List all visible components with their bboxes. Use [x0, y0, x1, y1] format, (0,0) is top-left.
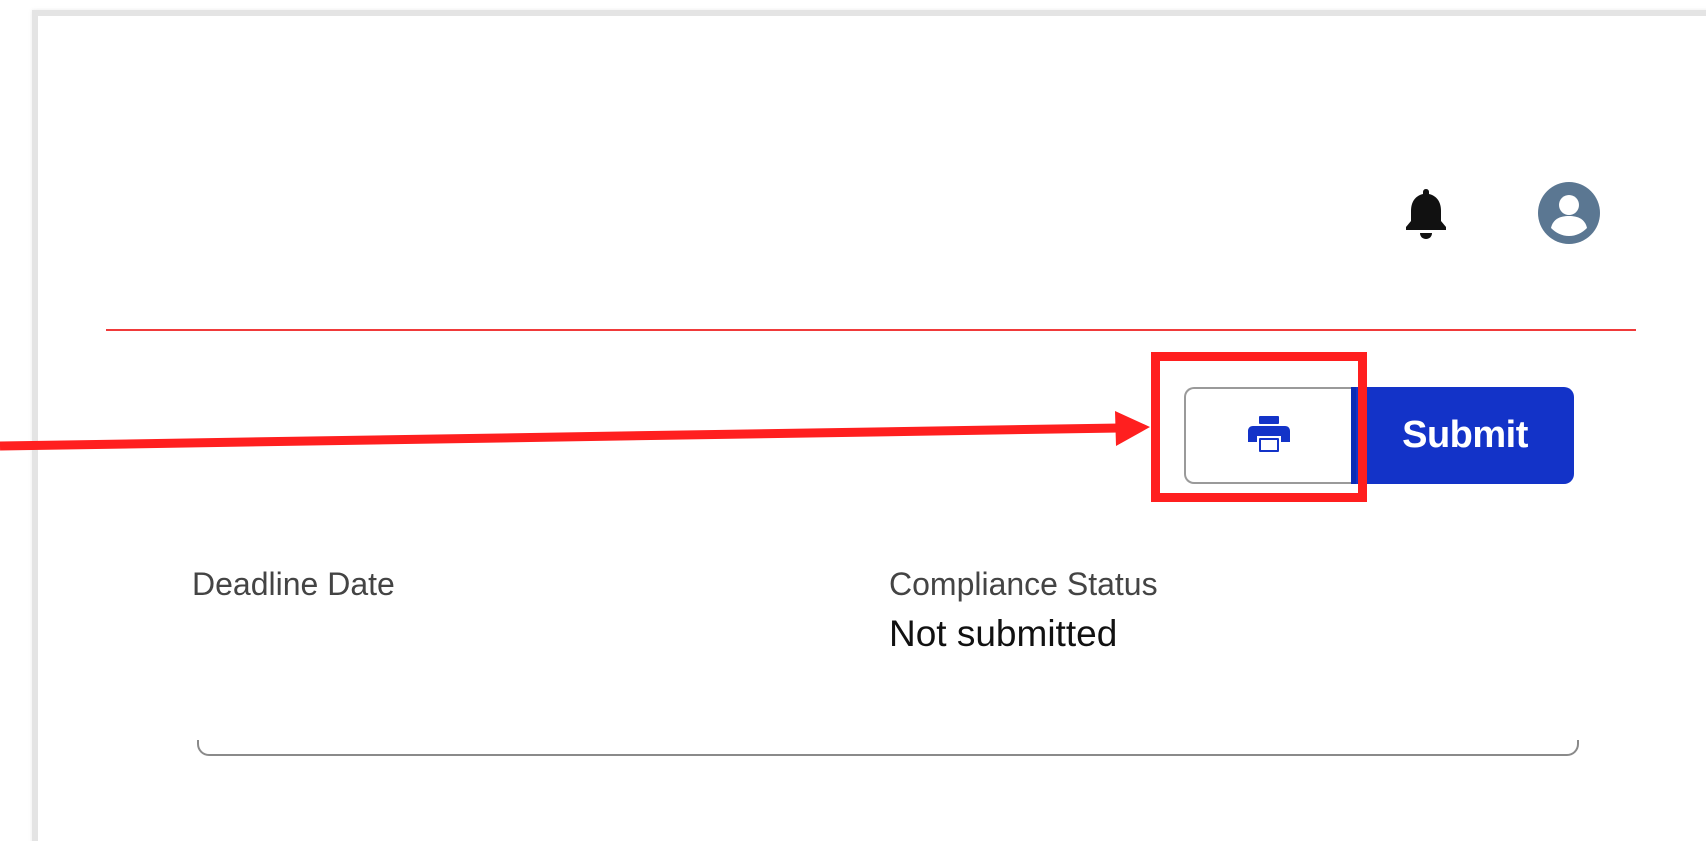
compliance-status-label: Compliance Status	[889, 566, 1158, 602]
user-avatar-icon[interactable]	[1537, 181, 1601, 245]
card-bottom-border	[197, 740, 1579, 756]
bell-icon[interactable]	[1398, 185, 1454, 241]
screenshot-stage: Submit Deadline Date Compliance Status N…	[0, 0, 1706, 841]
compliance-status-value: Not submitted	[889, 613, 1118, 654]
deadline-date-label: Deadline Date	[192, 566, 395, 602]
header-divider	[106, 329, 1636, 331]
submit-button[interactable]: Submit	[1351, 387, 1574, 484]
annotation-highlight-box	[1151, 352, 1367, 502]
